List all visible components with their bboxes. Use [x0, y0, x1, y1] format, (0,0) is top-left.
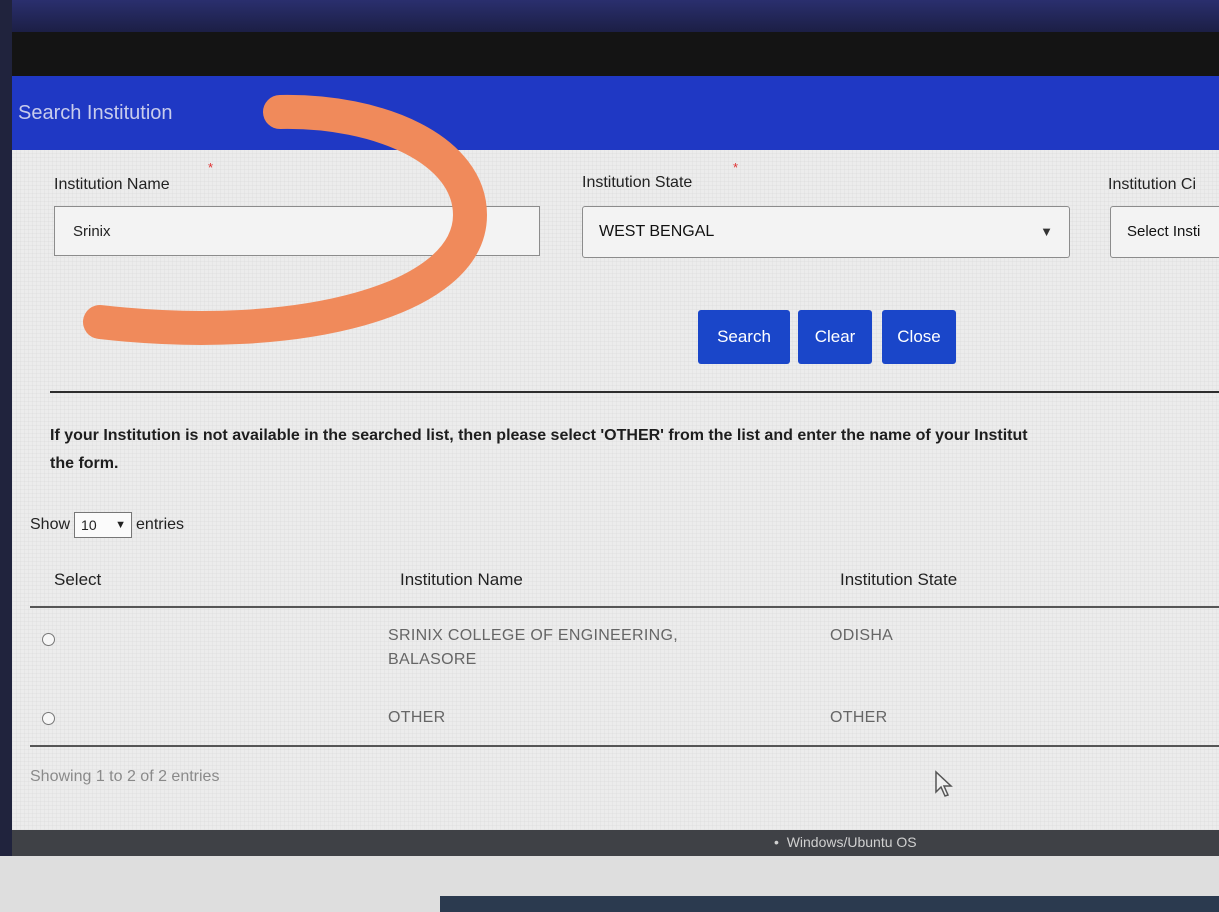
- triangle-down-icon: ▼: [1040, 224, 1053, 239]
- column-header-institution-state[interactable]: Institution State: [840, 570, 957, 590]
- institution-name-label: Institution Name: [54, 176, 170, 193]
- length-control: Show 10 ▼ entries: [30, 512, 184, 538]
- institution-name-input[interactable]: [54, 206, 540, 256]
- row-institution-name-line-1: SRINIX COLLEGE OF ENGINEERING,: [388, 627, 678, 644]
- row-institution-name: OTHER: [388, 709, 446, 726]
- institution-city-select[interactable]: Select Insti: [1110, 206, 1219, 258]
- screen-top-bezel: [0, 0, 1219, 32]
- info-message: If your Institution is not available in …: [50, 422, 1219, 478]
- background-page-strip: • Windows/Ubuntu OS: [12, 830, 1219, 856]
- required-asterisk: *: [733, 160, 739, 175]
- institution-state-select[interactable]: WEST BENGAL ▼: [582, 206, 1070, 258]
- column-header-select[interactable]: Select: [54, 570, 101, 590]
- chevron-down-icon: ▼: [115, 519, 127, 531]
- browser-dark-strip: [12, 32, 1219, 76]
- row-select-radio[interactable]: [42, 712, 55, 725]
- mouse-pointer-icon: [935, 770, 953, 797]
- row-institution-name: SRINIX COLLEGE OF ENGINEERING, BALASORE: [388, 624, 678, 672]
- row-institution-state: ODISHA: [830, 627, 894, 644]
- os-taskbar: [0, 856, 1219, 912]
- background-bullet-text: • Windows/Ubuntu OS: [774, 834, 917, 850]
- institution-city-label: Institution Ci: [1108, 176, 1197, 193]
- institution-state-label: Institution State: [582, 174, 693, 191]
- table-info-text: Showing 1 to 2 of 2 entries: [30, 768, 220, 785]
- table-header-border: [30, 606, 1219, 608]
- table-bottom-border: [30, 745, 1219, 747]
- show-label: Show: [30, 516, 71, 534]
- section-divider: [50, 391, 1219, 393]
- clear-button[interactable]: Clear: [798, 310, 872, 364]
- screen-left-bezel: [0, 0, 12, 912]
- row-institution-state: OTHER: [830, 709, 888, 726]
- institution-state-value: WEST BENGAL: [599, 223, 715, 240]
- institution-city-value: Select Insti: [1127, 223, 1201, 240]
- modal-header: Search Institution: [12, 76, 1219, 150]
- info-message-line-2: the form.: [50, 455, 119, 472]
- info-message-line-1: If your Institution is not available in …: [50, 427, 1028, 444]
- close-button[interactable]: Close: [882, 310, 956, 364]
- entries-per-page-value: 10: [81, 517, 97, 533]
- taskbar-dark-region: [440, 896, 1219, 912]
- row-institution-name-line-2: BALASORE: [388, 651, 477, 668]
- row-select-radio[interactable]: [42, 633, 55, 646]
- background-bullet-label: Windows/Ubuntu OS: [786, 834, 917, 850]
- modal-title: Search Institution: [18, 102, 173, 124]
- entries-label: entries: [136, 516, 185, 534]
- column-header-institution-name[interactable]: Institution Name: [400, 570, 523, 590]
- search-button[interactable]: Search: [698, 310, 790, 364]
- required-asterisk: *: [208, 160, 214, 175]
- entries-per-page-select[interactable]: 10 ▼: [74, 512, 133, 538]
- search-institution-modal: Search Institution Institution Name * In…: [12, 76, 1219, 830]
